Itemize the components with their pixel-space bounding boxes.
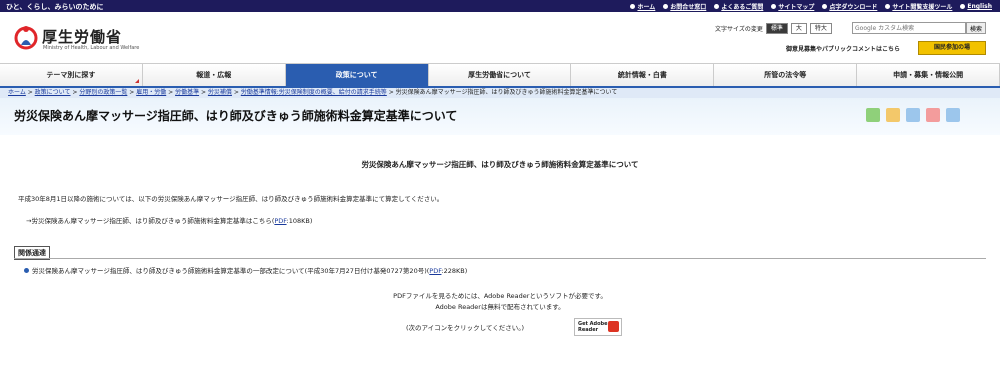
breadcrumb: ホーム > 政策について > 分野別の政策一覧 > 雇用・労働 > 労働基準 >… (0, 88, 1000, 98)
top-bar: ひと、くらし、みらいのために ホーム お問合せ窓口 よくあるご質問 サイトマップ… (0, 0, 1000, 12)
adobe-reader-icon (608, 321, 619, 332)
tree-icon (866, 108, 880, 122)
globe-icon (960, 4, 966, 9)
public-comment-link[interactable]: 御意見募集やパブリックコメントはこちら (786, 44, 900, 53)
home-icon (630, 4, 636, 9)
title-banner: 労災保険あん摩マッサージ指圧師、はり師及びきゅう師施術料金算定基準について (0, 98, 1000, 135)
house-icon (906, 108, 920, 122)
breadcrumb-link[interactable]: 分野別の政策一覧 (79, 89, 127, 96)
breadcrumb-link[interactable]: 政策について (35, 89, 71, 96)
bullet-icon (24, 268, 29, 273)
utility-links: ホーム お問合せ窓口 よくあるご質問 サイトマップ 点字ダウンロード サイト閲覧… (630, 2, 992, 11)
nav-application[interactable]: 申請・募集・情報公開 (857, 64, 1000, 86)
site-logo[interactable]: 厚生労働省 Ministry of Health, Labour and Wel… (14, 23, 144, 57)
related-notice-item: 労災保険あん摩マッサージ指圧師、はり師及びきゅう師施術料金算定基準の一部改定につ… (24, 265, 467, 275)
nav-laws[interactable]: 所管の法令等 (714, 64, 858, 86)
breadcrumb-link[interactable]: 労働基準 (175, 89, 199, 96)
citizen-participation-button[interactable]: 国民参加の場 (918, 41, 986, 55)
house-icon (946, 108, 960, 122)
breadcrumb-link[interactable]: 労災補償 (208, 89, 232, 96)
standard-pdf-link[interactable]: PDF (274, 217, 286, 225)
page-title: 労災保険あん摩マッサージ指圧師、はり師及びきゅう師施術料金算定基準について (14, 109, 458, 123)
search-input[interactable] (852, 22, 966, 34)
search-button[interactable]: 検索 (966, 22, 987, 34)
pdf-note: PDFファイルを見るためには、Adobe Readerというソフトが必要です。 … (0, 291, 1000, 313)
font-size-xlarge[interactable]: 特大 (809, 23, 832, 34)
english-link[interactable]: English (960, 2, 992, 11)
font-size-switcher: 文字サイズの変更 標準 大 特大 (715, 23, 832, 34)
town-illustration (866, 108, 960, 122)
ministry-logo-icon (14, 26, 38, 50)
nav-press[interactable]: 報道・広報 (142, 64, 286, 86)
reader-badge-text: Get Adobe Reader (578, 321, 608, 333)
font-size-large[interactable]: 大 (790, 23, 807, 34)
nav-policy[interactable]: 政策について (285, 64, 429, 86)
nav-statistics[interactable]: 統計情報・白書 (571, 64, 715, 86)
site-search: 検索 (852, 22, 987, 34)
sitemap-link[interactable]: サイトマップ (771, 2, 814, 11)
braille-link[interactable]: 点字ダウンロード (822, 2, 877, 11)
font-size-label: 文字サイズの変更 (715, 26, 763, 33)
house-icon (926, 108, 940, 122)
pdf-note-line1: PDFファイルを見るためには、Adobe Readerというソフトが必要です。 (393, 292, 607, 300)
standard-link-paragraph: →労災保険あん摩マッサージ指圧師、はり師及びきゅう師施術料金算定基準はこちら(P… (26, 217, 313, 225)
contact-link[interactable]: お問合せ窓口 (663, 2, 706, 11)
bullet-icon (771, 4, 777, 9)
document-title: 労災保険あん摩マッサージ指圧師、はり師及びきゅう師施術料金算定基準について (361, 160, 639, 169)
corner-icon (134, 79, 139, 83)
accessibility-link[interactable]: サイト閲覧支援ツール (885, 2, 952, 11)
home-link[interactable]: ホーム (630, 2, 655, 11)
tagline: ひと、くらし、みらいのために (6, 3, 104, 11)
bullet-icon (663, 4, 669, 9)
bullet-icon (822, 4, 828, 9)
breadcrumb-link[interactable]: 労働基準情報:労災保険制度の概要、給付の請求手続等 (241, 89, 387, 96)
adobe-reader-badge[interactable]: Get Adobe Reader (574, 318, 622, 336)
breadcrumb-link[interactable]: ホーム (8, 89, 26, 96)
breadcrumb-link[interactable]: 雇用・労働 (136, 89, 166, 96)
house-icon (886, 108, 900, 122)
logo-english: Ministry of Health, Labour and Welfare (43, 45, 140, 51)
bullet-icon (885, 4, 891, 9)
faq-link[interactable]: よくあるご質問 (714, 2, 763, 11)
intro-paragraph: 平成30年8月1日以降の施術については、以下の労災保険あん摩マッサージ指圧師、は… (18, 195, 444, 203)
bullet-icon (714, 4, 720, 9)
global-nav: テーマ別に探す 報道・広報 政策について 厚生労働省について 統計情報・白書 所… (0, 63, 1000, 89)
click-instruction: (次のアイコンをクリックしてください。) (405, 324, 525, 332)
nav-about[interactable]: 厚生労働省について (428, 64, 572, 86)
nav-theme[interactable]: テーマ別に探す (0, 64, 143, 86)
notice-pdf-link[interactable]: PDF (429, 267, 441, 275)
breadcrumb-current: 労災保険あん摩マッサージ指圧師、はり師及びきゅう師施術料金算定基準について (395, 89, 618, 96)
font-size-standard[interactable]: 標準 (765, 23, 788, 34)
divider (14, 258, 986, 259)
logo-name: 厚生労働省 (42, 28, 123, 46)
pdf-note-line2: Adobe Readerは無料で配布されています。 (435, 303, 565, 311)
